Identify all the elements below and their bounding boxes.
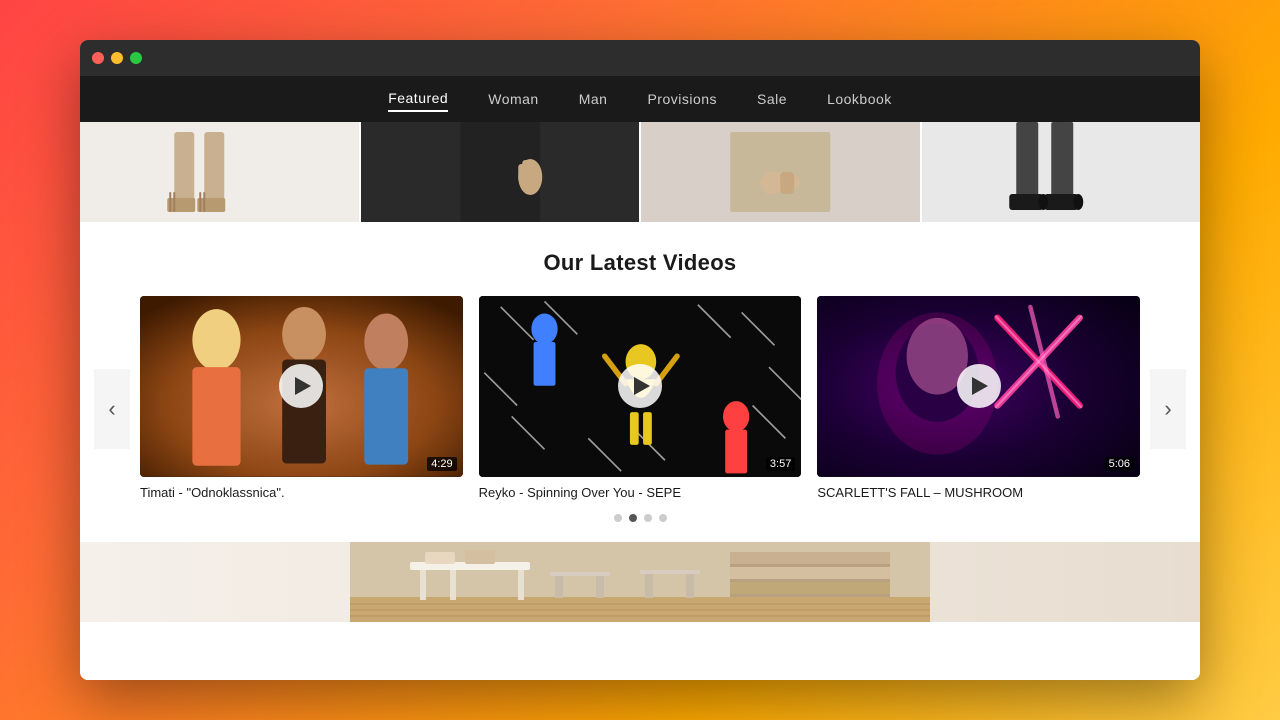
video-duration-2: 3:57 [766,457,795,471]
navbar: Featured Woman Man Provisions Sale Lookb… [80,76,1200,122]
nav-featured[interactable]: Featured [388,86,448,112]
bottom-strip-inner [350,542,930,622]
site-wrapper: Featured Woman Man Provisions Sale Lookb… [80,76,1200,680]
chevron-right-icon: › [1164,398,1171,420]
hero-panel-1[interactable] [80,122,361,222]
hero-panel-3[interactable] [641,122,922,222]
thumb-1-art [140,296,463,477]
minimize-dot[interactable] [111,52,123,64]
browser-window: Featured Woman Man Provisions Sale Lookb… [80,40,1200,680]
nav-woman[interactable]: Woman [488,87,538,111]
carousel-next-button[interactable]: › [1150,369,1186,449]
video-thumb-3[interactable]: 5:06 [817,296,1140,477]
video-card-2[interactable]: 3:57 Reyko - Spinning Over You - SEPE [479,296,802,500]
bottom-strip [80,542,1200,622]
play-icon-1 [295,377,311,395]
carousel-prev-button[interactable]: ‹ [94,369,130,449]
browser-chrome [80,40,1200,76]
nav-man[interactable]: Man [579,87,608,111]
video-title-3: SCARLETT'S FALL – MUSHROOM [817,485,1140,500]
video-card-1[interactable]: 4:29 Timati - "Odnoklassnica". [140,296,463,500]
carousel-dots [140,514,1140,522]
video-title-2: Reyko - Spinning Over You - SEPE [479,485,802,500]
video-duration-3: 5:06 [1105,457,1134,471]
videos-row: 4:29 Timati - "Odnoklassnica". [140,296,1140,500]
nav-provisions[interactable]: Provisions [647,87,717,111]
close-dot[interactable] [92,52,104,64]
nav-sale[interactable]: Sale [757,87,787,111]
video-title-1: Timati - "Odnoklassnica". [140,485,463,500]
carousel-dot-3[interactable] [644,514,652,522]
play-icon-2 [634,377,650,395]
section-title: Our Latest Videos [80,250,1200,276]
video-thumb-1[interactable]: 4:29 [140,296,463,477]
hero-panel-2[interactable] [361,122,642,222]
play-button-3[interactable] [957,364,1001,408]
nav-lookbook[interactable]: Lookbook [827,87,892,111]
video-duration-1: 4:29 [427,457,456,471]
carousel-dot-2[interactable] [629,514,637,522]
hero-row [80,122,1200,222]
carousel-dot-1[interactable] [614,514,622,522]
hero-panel-4[interactable] [922,122,1201,222]
carousel-dot-4[interactable] [659,514,667,522]
thumb-2-art [479,296,802,477]
maximize-dot[interactable] [130,52,142,64]
thumb-3-art [817,296,1140,477]
play-icon-3 [972,377,988,395]
chevron-left-icon: ‹ [108,398,115,420]
video-card-3[interactable]: 5:06 SCARLETT'S FALL – MUSHROOM [817,296,1140,500]
video-carousel: ‹ [80,296,1200,522]
video-thumb-2[interactable]: 3:57 [479,296,802,477]
